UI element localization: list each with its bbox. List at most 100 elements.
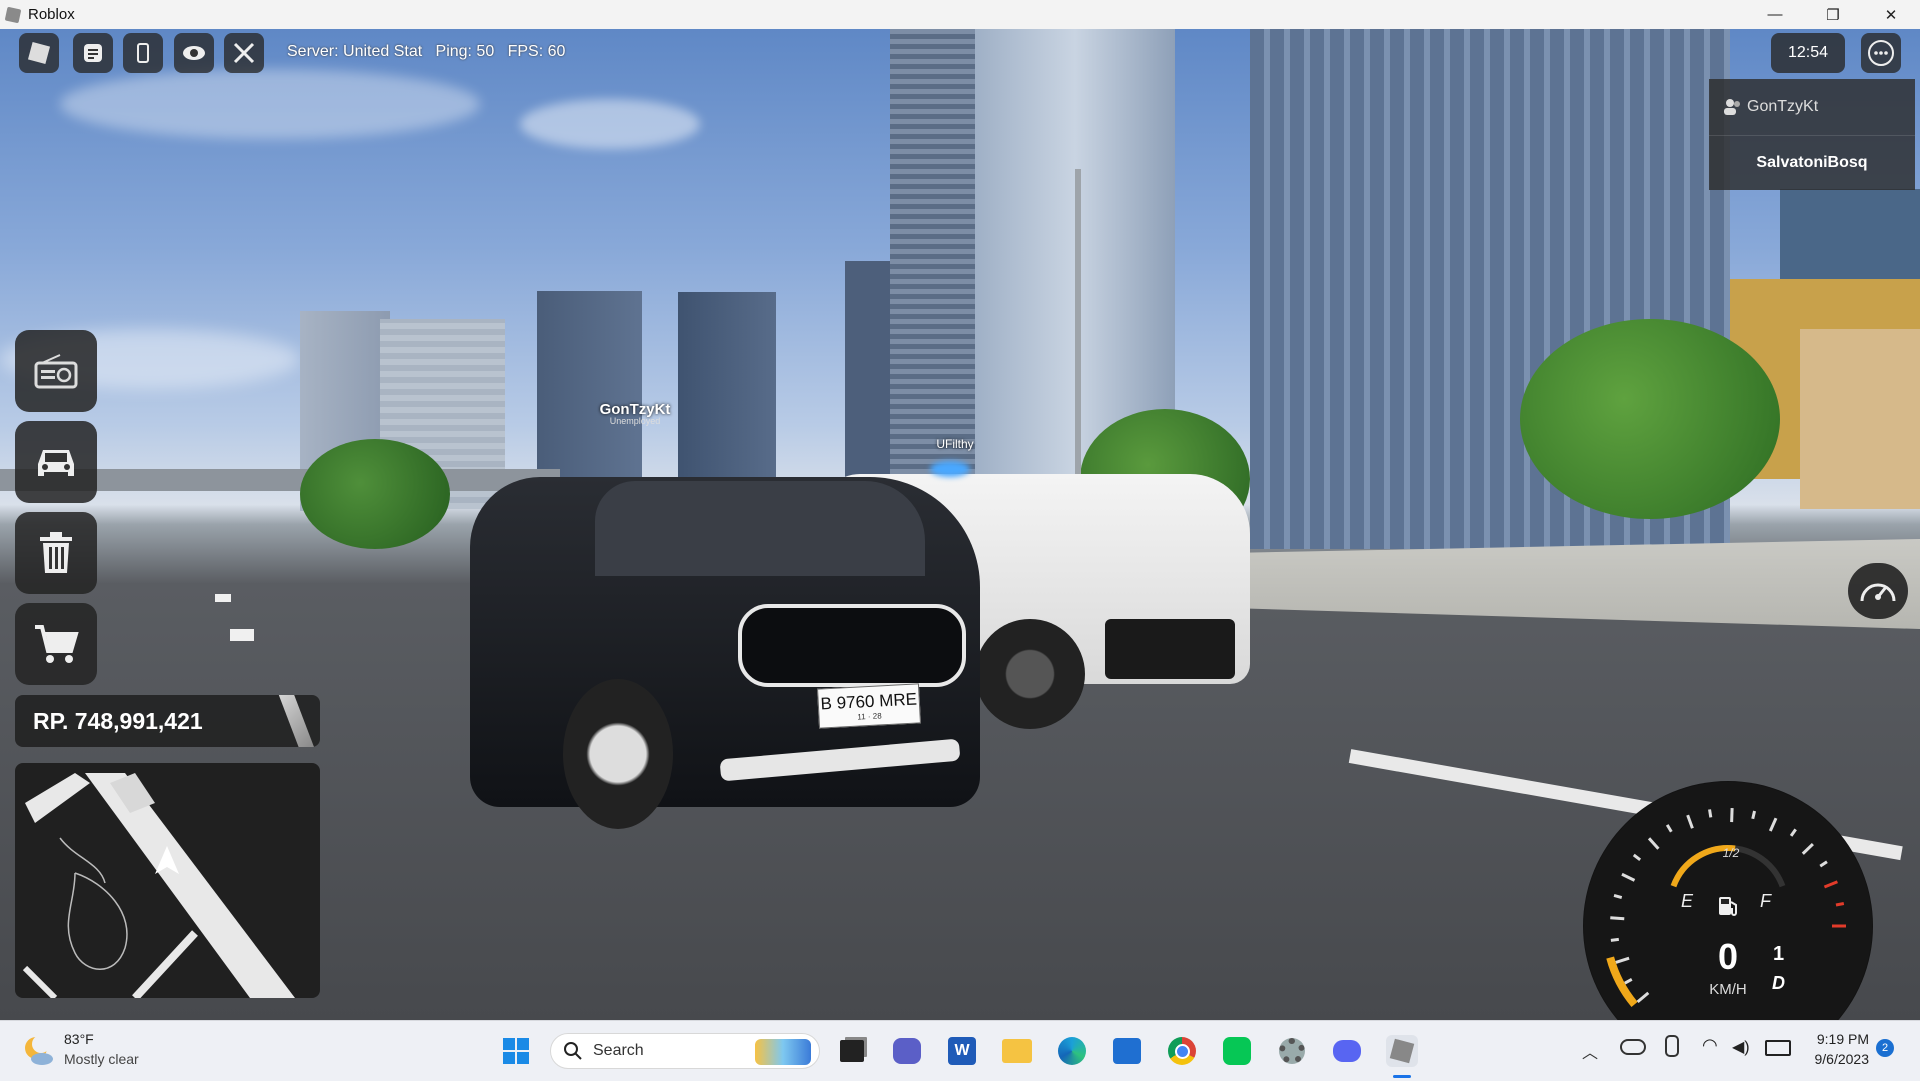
window-titlebar: Roblox — ❐ ✕ [0,0,1920,29]
player-entry[interactable]: SalvatoniBosq [1709,136,1915,190]
trash-icon [36,531,76,575]
teams-chat-icon [893,1038,921,1064]
players-icon [1723,98,1743,116]
despawn-button[interactable] [15,512,97,594]
speed-tick [1667,825,1671,832]
clock-time: 12:54 [1788,44,1828,62]
player-name-tag: GonTzyKt Unemployed [585,401,685,426]
player-arrow-icon [155,846,179,874]
taskbar-search[interactable]: Search [550,1033,820,1069]
concrete-barrier [1180,539,1920,689]
windows-taskbar: 83°F Mostly clear Search W ︿ ◠ ◀) 9:19 P… [0,1020,1920,1081]
other-player-name: UFilthy [925,437,985,451]
phone-icon [132,42,154,64]
speed-value: 0 [1678,936,1778,978]
discord-button[interactable] [1331,1035,1363,1067]
file-explorer-button[interactable] [1001,1035,1033,1067]
server-info: Server: United Stat [287,43,422,60]
plate-sub: 11 · 28 [857,711,882,721]
speed-tick [1770,818,1776,831]
roblox-taskbar-button[interactable] [1386,1035,1418,1067]
weather-desc: Mostly clear [64,1051,139,1067]
weather-temp: 83°F [64,1031,94,1047]
windows-logo-icon [502,1037,530,1065]
fuel-pump-icon [1717,894,1739,918]
speed-tick [1820,862,1827,866]
game-viewport[interactable]: B 9760 MRE 11 · 28 GonTzyKt Unemployed U… [0,29,1920,1020]
radio-button[interactable] [15,330,97,412]
roblox-menu-button[interactable] [19,33,59,73]
cart-icon [33,623,79,665]
minimize-button[interactable]: — [1746,0,1804,29]
speed-tick [1836,903,1844,905]
ping-readout: Ping: 50 [436,43,495,60]
onedrive-icon[interactable] [1620,1039,1646,1055]
volume-icon[interactable]: ◀) [1732,1037,1750,1057]
speed-tick [1611,939,1619,940]
restore-button[interactable]: ❐ [1804,0,1862,29]
taskbar-date[interactable]: 9/6/2023 [1797,1051,1869,1067]
license-plate: B 9760 MRE 11 · 28 [817,683,921,728]
line-icon [1223,1037,1251,1065]
roblox-app-icon [5,6,22,23]
settings-button[interactable] [1276,1035,1308,1067]
speed-tick [1753,811,1755,819]
minimap[interactable] [15,763,320,998]
shop-button[interactable] [15,603,97,685]
word-button[interactable]: W [946,1035,978,1067]
wheel [975,619,1085,729]
edge-button[interactable] [1056,1035,1088,1067]
gear-mode: D [1772,973,1785,994]
taskbar-time[interactable]: 9:19 PM [1805,1031,1869,1047]
notification-badge[interactable]: 2 [1876,1039,1894,1057]
windshield [595,481,925,576]
speed-tick [1622,874,1635,880]
speed-tick [1803,844,1813,854]
speed-tick [1625,979,1632,983]
crossed-swords-icon [232,41,256,65]
street-lamp [1075,169,1081,509]
discord-icon [1333,1040,1361,1062]
player-entry-name: SalvatoniBosq [1756,154,1867,172]
gear-number: 1 [1773,943,1784,966]
combat-button[interactable] [224,33,264,73]
radio-icon [34,353,78,389]
chevron-up-icon[interactable]: ︿ [1582,1039,1598,1063]
chrome-button[interactable] [1166,1035,1198,1067]
car-icon [32,442,80,482]
cloud [60,69,480,139]
cloud [520,99,700,149]
weather-widget[interactable] [22,1034,56,1068]
vehicle-button[interactable] [15,421,97,503]
teams-chat-button[interactable] [891,1035,923,1067]
fuel-half-label: 1/2 [1671,846,1791,860]
minimap-roads [15,763,320,998]
more-options-button[interactable] [1861,33,1901,73]
wheel [563,679,673,829]
building [1800,329,1920,509]
phone-button[interactable] [123,33,163,73]
search-placeholder: Search [593,1042,644,1060]
fuel-full-label: F [1760,891,1771,912]
building [678,292,776,502]
speed-tick [1649,838,1658,848]
lane-marking [230,629,254,641]
store-button[interactable] [1111,1035,1143,1067]
close-button[interactable]: ✕ [1862,0,1920,29]
speed-tick [1614,895,1622,897]
speed-tick [1610,918,1624,919]
task-view-icon [840,1040,864,1062]
battery-icon[interactable] [1765,1040,1791,1056]
local-player-name: GonTzyKt [1747,98,1818,116]
speed-tick [1638,993,1649,1002]
start-button[interactable] [500,1035,532,1067]
line-button[interactable] [1221,1035,1253,1067]
task-view-button[interactable] [836,1035,868,1067]
moon-cloud-icon [22,1034,56,1068]
wifi-icon[interactable]: ◠ [1702,1035,1718,1056]
microphone-icon[interactable] [1665,1035,1679,1057]
chat-button[interactable] [73,33,113,73]
speedometer-toggle[interactable] [1848,563,1908,619]
visibility-button[interactable] [174,33,214,73]
clock-display: 12:54 [1771,33,1845,73]
